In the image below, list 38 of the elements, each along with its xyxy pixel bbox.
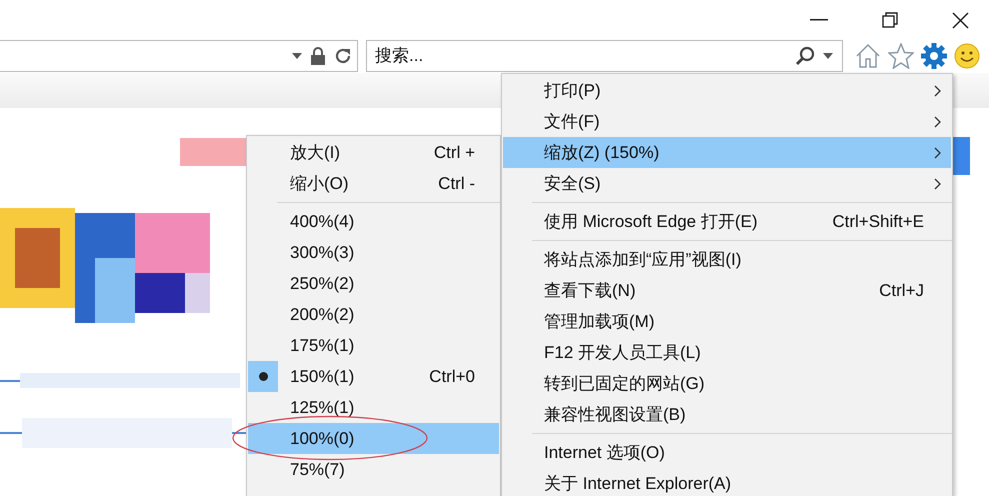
menu-item[interactable]: 兼容性视图设置(B) <box>503 399 951 430</box>
menu-item[interactable]: 查看下载(N) Ctrl+J <box>503 275 951 306</box>
menu-item[interactable]: 250%(2) <box>248 268 499 299</box>
menu-item[interactable]: 175%(1) <box>248 330 499 361</box>
menu-item[interactable]: 200%(2) <box>248 299 499 330</box>
menu-item[interactable]: 缩放(Z) (150%) <box>503 137 951 168</box>
close-icon[interactable] <box>952 12 969 28</box>
menu-item[interactable]: 关于 Internet Explorer(A) <box>503 468 951 496</box>
menu-item[interactable]: 125%(1) <box>248 392 499 423</box>
menu-item[interactable]: 100%(0) <box>248 423 499 454</box>
page-button[interactable] <box>952 137 970 175</box>
menu-item[interactable]: 使用 Microsoft Edge 打开(E) Ctrl+Shift+E <box>503 206 951 237</box>
menu-item[interactable]: 300%(3) <box>248 237 499 268</box>
search-icon[interactable] <box>795 46 815 66</box>
smiley-icon[interactable] <box>954 43 980 69</box>
lock-icon <box>311 47 325 65</box>
menu-item[interactable]: 打印(P) <box>503 75 951 106</box>
menu-item[interactable]: 放大(I) Ctrl + <box>248 137 499 168</box>
menu-item[interactable]: 缩小(O) Ctrl - <box>248 168 499 199</box>
refresh-icon[interactable] <box>334 47 352 65</box>
star-icon[interactable] <box>888 43 914 69</box>
restore-icon[interactable] <box>882 12 898 28</box>
menu-item[interactable]: 400%(4) <box>248 206 499 237</box>
search-field[interactable]: 搜索... <box>366 40 843 72</box>
caret-icon[interactable] <box>292 53 302 59</box>
menu-item[interactable]: 安全(S) <box>503 168 951 199</box>
menu-item[interactable]: 文件(F) <box>503 106 951 137</box>
home-icon[interactable] <box>855 43 881 69</box>
menu-item[interactable]: 75%(7) <box>248 454 499 485</box>
menu-item[interactable]: 150%(1) Ctrl+0 <box>248 361 499 392</box>
menu-item[interactable]: 管理加载项(M) <box>503 306 951 337</box>
caret-icon[interactable] <box>823 53 833 59</box>
menu-item[interactable]: Internet 选项(O) <box>503 437 951 468</box>
address-field[interactable] <box>0 40 358 72</box>
menu-item[interactable]: F12 开发人员工具(L) <box>503 337 951 368</box>
minimize-icon[interactable] <box>810 19 828 21</box>
menu-item[interactable]: 将站点添加到“应用”视图(I) <box>503 244 951 275</box>
menu-item[interactable]: 转到已固定的网站(G) <box>503 368 951 399</box>
